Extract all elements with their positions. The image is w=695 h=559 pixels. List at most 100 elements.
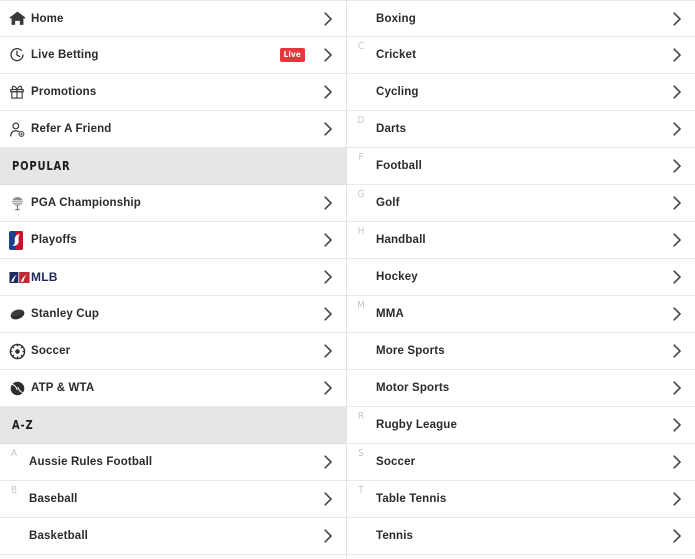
- menu-row-aussie-rules-football[interactable]: A Aussie Rules Football: [0, 444, 346, 481]
- az-letter: H: [357, 226, 365, 237]
- az-letter-marker: [0, 518, 28, 554]
- chevron-right-icon[interactable]: [315, 528, 341, 544]
- az-letter: B: [10, 485, 18, 496]
- menu-row-label: Refer A Friend: [31, 123, 112, 135]
- az-letter-marker: [347, 1, 375, 36]
- menu-row-label: Soccer: [31, 345, 71, 357]
- menu-row-tennis[interactable]: Tennis: [347, 518, 695, 555]
- chevron-right-icon[interactable]: [664, 158, 690, 174]
- menu-row-label: Cricket: [376, 49, 417, 61]
- az-letter-marker: T: [347, 481, 375, 517]
- menu-row-refer-a-friend[interactable]: Refer A Friend: [0, 111, 346, 148]
- chevron-right-icon[interactable]: [664, 269, 690, 285]
- menu-row-label: Hockey: [376, 271, 418, 283]
- menu-row-baseball[interactable]: B Baseball: [0, 481, 346, 518]
- menu-row-table-tennis[interactable]: T Table Tennis: [347, 481, 695, 518]
- chevron-right-icon[interactable]: [315, 232, 341, 248]
- az-letter: T: [358, 485, 364, 496]
- menu-row-label: Aussie Rules Football: [29, 456, 153, 468]
- menu-row-label: Baseball: [29, 493, 78, 505]
- chevron-right-icon[interactable]: [315, 47, 341, 63]
- menu-row-live-betting[interactable]: Live Betting Live: [0, 37, 346, 74]
- menu-row-golf[interactable]: G Golf: [347, 185, 695, 222]
- menu-row-label: Home: [31, 12, 64, 25]
- menu-row-pga-championship[interactable]: PGA Championship: [0, 185, 346, 222]
- az-letter-marker: F: [347, 148, 375, 184]
- az-letter-marker: [347, 259, 375, 295]
- chevron-right-icon[interactable]: [664, 195, 690, 211]
- chevron-right-icon[interactable]: [664, 491, 690, 507]
- chevron-right-icon[interactable]: [664, 11, 690, 27]
- menu-row-stanley-cup[interactable]: Stanley Cup: [0, 296, 346, 333]
- az-letter-marker: H: [347, 222, 375, 258]
- chevron-right-icon[interactable]: [664, 121, 690, 137]
- menu-row-label: Tennis: [376, 530, 414, 542]
- az-letter: R: [357, 411, 365, 422]
- chevron-right-icon[interactable]: [664, 306, 690, 322]
- chevron-right-icon[interactable]: [664, 454, 690, 470]
- menu-row-promotions[interactable]: Promotions: [0, 74, 346, 111]
- menu-row-basketball[interactable]: Basketball: [0, 518, 346, 555]
- menu-row-boxing[interactable]: Boxing: [347, 0, 695, 37]
- chevron-right-icon[interactable]: [315, 269, 341, 285]
- az-letter-marker: [347, 518, 375, 554]
- menu-row-label: Cycling: [376, 86, 419, 98]
- chevron-right-icon[interactable]: [664, 343, 690, 359]
- menu-row-football[interactable]: F Football: [347, 148, 695, 185]
- chevron-right-icon[interactable]: [315, 306, 341, 322]
- chevron-right-icon[interactable]: [315, 121, 341, 137]
- menu-row-motor-sports[interactable]: Motor Sports: [347, 370, 695, 407]
- az-letter-marker: [347, 74, 375, 110]
- menu-column-left: Home Live Betting Live Promotions Refer A Fr…: [0, 0, 347, 559]
- az-letter-marker: G: [347, 185, 375, 221]
- az-letter: F: [358, 152, 364, 163]
- menu-row-rugby-league[interactable]: R Rugby League: [347, 407, 695, 444]
- section-header-popular: POPULAR: [0, 148, 346, 185]
- menu-row-soccer[interactable]: S Soccer: [347, 444, 695, 481]
- menu-row-more-sports[interactable]: More Sports: [347, 333, 695, 370]
- chevron-right-icon[interactable]: [315, 380, 341, 396]
- menu-row-hockey[interactable]: Hockey: [347, 259, 695, 296]
- chevron-right-icon[interactable]: [315, 195, 341, 211]
- hockey-puck-icon: [0, 306, 30, 323]
- menu-row-mlb[interactable]: MLB: [0, 259, 346, 296]
- menu-row-darts[interactable]: D Darts: [347, 111, 695, 148]
- menu-row-label: More Sports: [376, 345, 445, 357]
- menu-row-playoffs[interactable]: Playoffs: [0, 222, 346, 259]
- chevron-right-icon[interactable]: [664, 380, 690, 396]
- chevron-right-icon[interactable]: [664, 232, 690, 248]
- chevron-right-icon[interactable]: [664, 84, 690, 100]
- menu-row-soccer[interactable]: Soccer: [0, 333, 346, 370]
- az-letter: S: [358, 448, 364, 459]
- az-letter-marker: A: [0, 444, 28, 480]
- az-letter-marker: D: [347, 111, 375, 147]
- chevron-right-icon[interactable]: [315, 491, 341, 507]
- menu-row-label: Live Betting: [31, 49, 99, 61]
- menu-row-mma[interactable]: M MMA: [347, 296, 695, 333]
- menu-row-atp-and-wta[interactable]: ATP & WTA: [0, 370, 346, 407]
- section-header-label: POPULAR: [12, 159, 71, 173]
- mlb-logo-icon: [0, 270, 30, 285]
- menu-row-handball[interactable]: H Handball: [347, 222, 695, 259]
- menu-row-cycling[interactable]: Cycling: [347, 74, 695, 111]
- menu-row-cricket[interactable]: C Cricket: [347, 37, 695, 74]
- az-letter-marker: S: [347, 444, 375, 480]
- az-letter: M: [357, 300, 365, 311]
- menu-row-home[interactable]: Home: [0, 0, 346, 37]
- az-letter-marker: [347, 370, 375, 406]
- az-letter-marker: R: [347, 407, 375, 443]
- chevron-right-icon[interactable]: [315, 454, 341, 470]
- chevron-right-icon[interactable]: [315, 84, 341, 100]
- section-header-a-z: A-Z: [0, 407, 346, 444]
- menu-row-label: Golf: [376, 197, 400, 209]
- chevron-right-icon[interactable]: [664, 47, 690, 63]
- chevron-right-icon[interactable]: [664, 417, 690, 433]
- live-clock-icon: [0, 47, 30, 63]
- az-letter-marker: M: [347, 296, 375, 332]
- chevron-right-icon[interactable]: [315, 11, 341, 27]
- chevron-right-icon[interactable]: [315, 343, 341, 359]
- menu-row-label: Promotions: [31, 86, 97, 98]
- chevron-right-icon[interactable]: [664, 528, 690, 544]
- menu-column-right: Boxing C Cricket Cycling D Darts F Football G Gol…: [347, 0, 695, 559]
- az-letter-marker: C: [347, 37, 375, 73]
